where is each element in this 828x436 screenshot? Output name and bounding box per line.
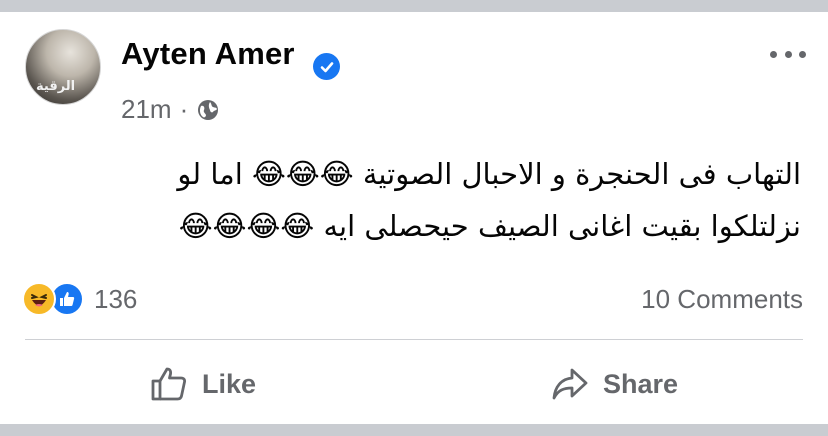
- comments-count-link[interactable]: 10 Comments: [641, 284, 803, 315]
- reaction-count: 136: [94, 283, 138, 314]
- globe-icon[interactable]: [196, 98, 220, 122]
- like-label: Like: [202, 368, 257, 399]
- actions-divider: [25, 339, 803, 340]
- feed-separator-bottom: [0, 424, 828, 436]
- author-avatar[interactable]: الرقية: [25, 29, 101, 105]
- post-text-line-1: التهاب فى الحنجرة و الاحبال الصوتية 😂😂😂 …: [177, 157, 801, 191]
- author-name[interactable]: Ayten Amer: [121, 36, 295, 72]
- post-body: التهاب فى الحنجرة و الاحبال الصوتية 😂😂😂 …: [41, 148, 801, 252]
- reaction-summary[interactable]: 136: [22, 282, 137, 316]
- post-meta: 21m ·: [121, 94, 220, 125]
- haha-reaction-icon: [22, 282, 56, 316]
- post-timestamp[interactable]: 21m: [121, 94, 172, 125]
- thumbs-up-icon: [151, 367, 187, 401]
- share-label: Share: [603, 368, 679, 399]
- share-arrow-icon: [552, 368, 588, 400]
- post-text-line-2: نزلتلكوا بقيت اغانى الصيف حيحصلى ايه 😂😂😂…: [178, 209, 801, 243]
- like-button[interactable]: Like: [150, 360, 256, 408]
- verified-badge-icon: [313, 53, 340, 80]
- meta-separator: ·: [179, 94, 189, 124]
- share-button[interactable]: Share: [551, 360, 678, 408]
- avatar-caption: الرقية: [36, 79, 76, 94]
- feed-separator-top: [0, 0, 828, 12]
- more-options-icon[interactable]: [770, 45, 806, 63]
